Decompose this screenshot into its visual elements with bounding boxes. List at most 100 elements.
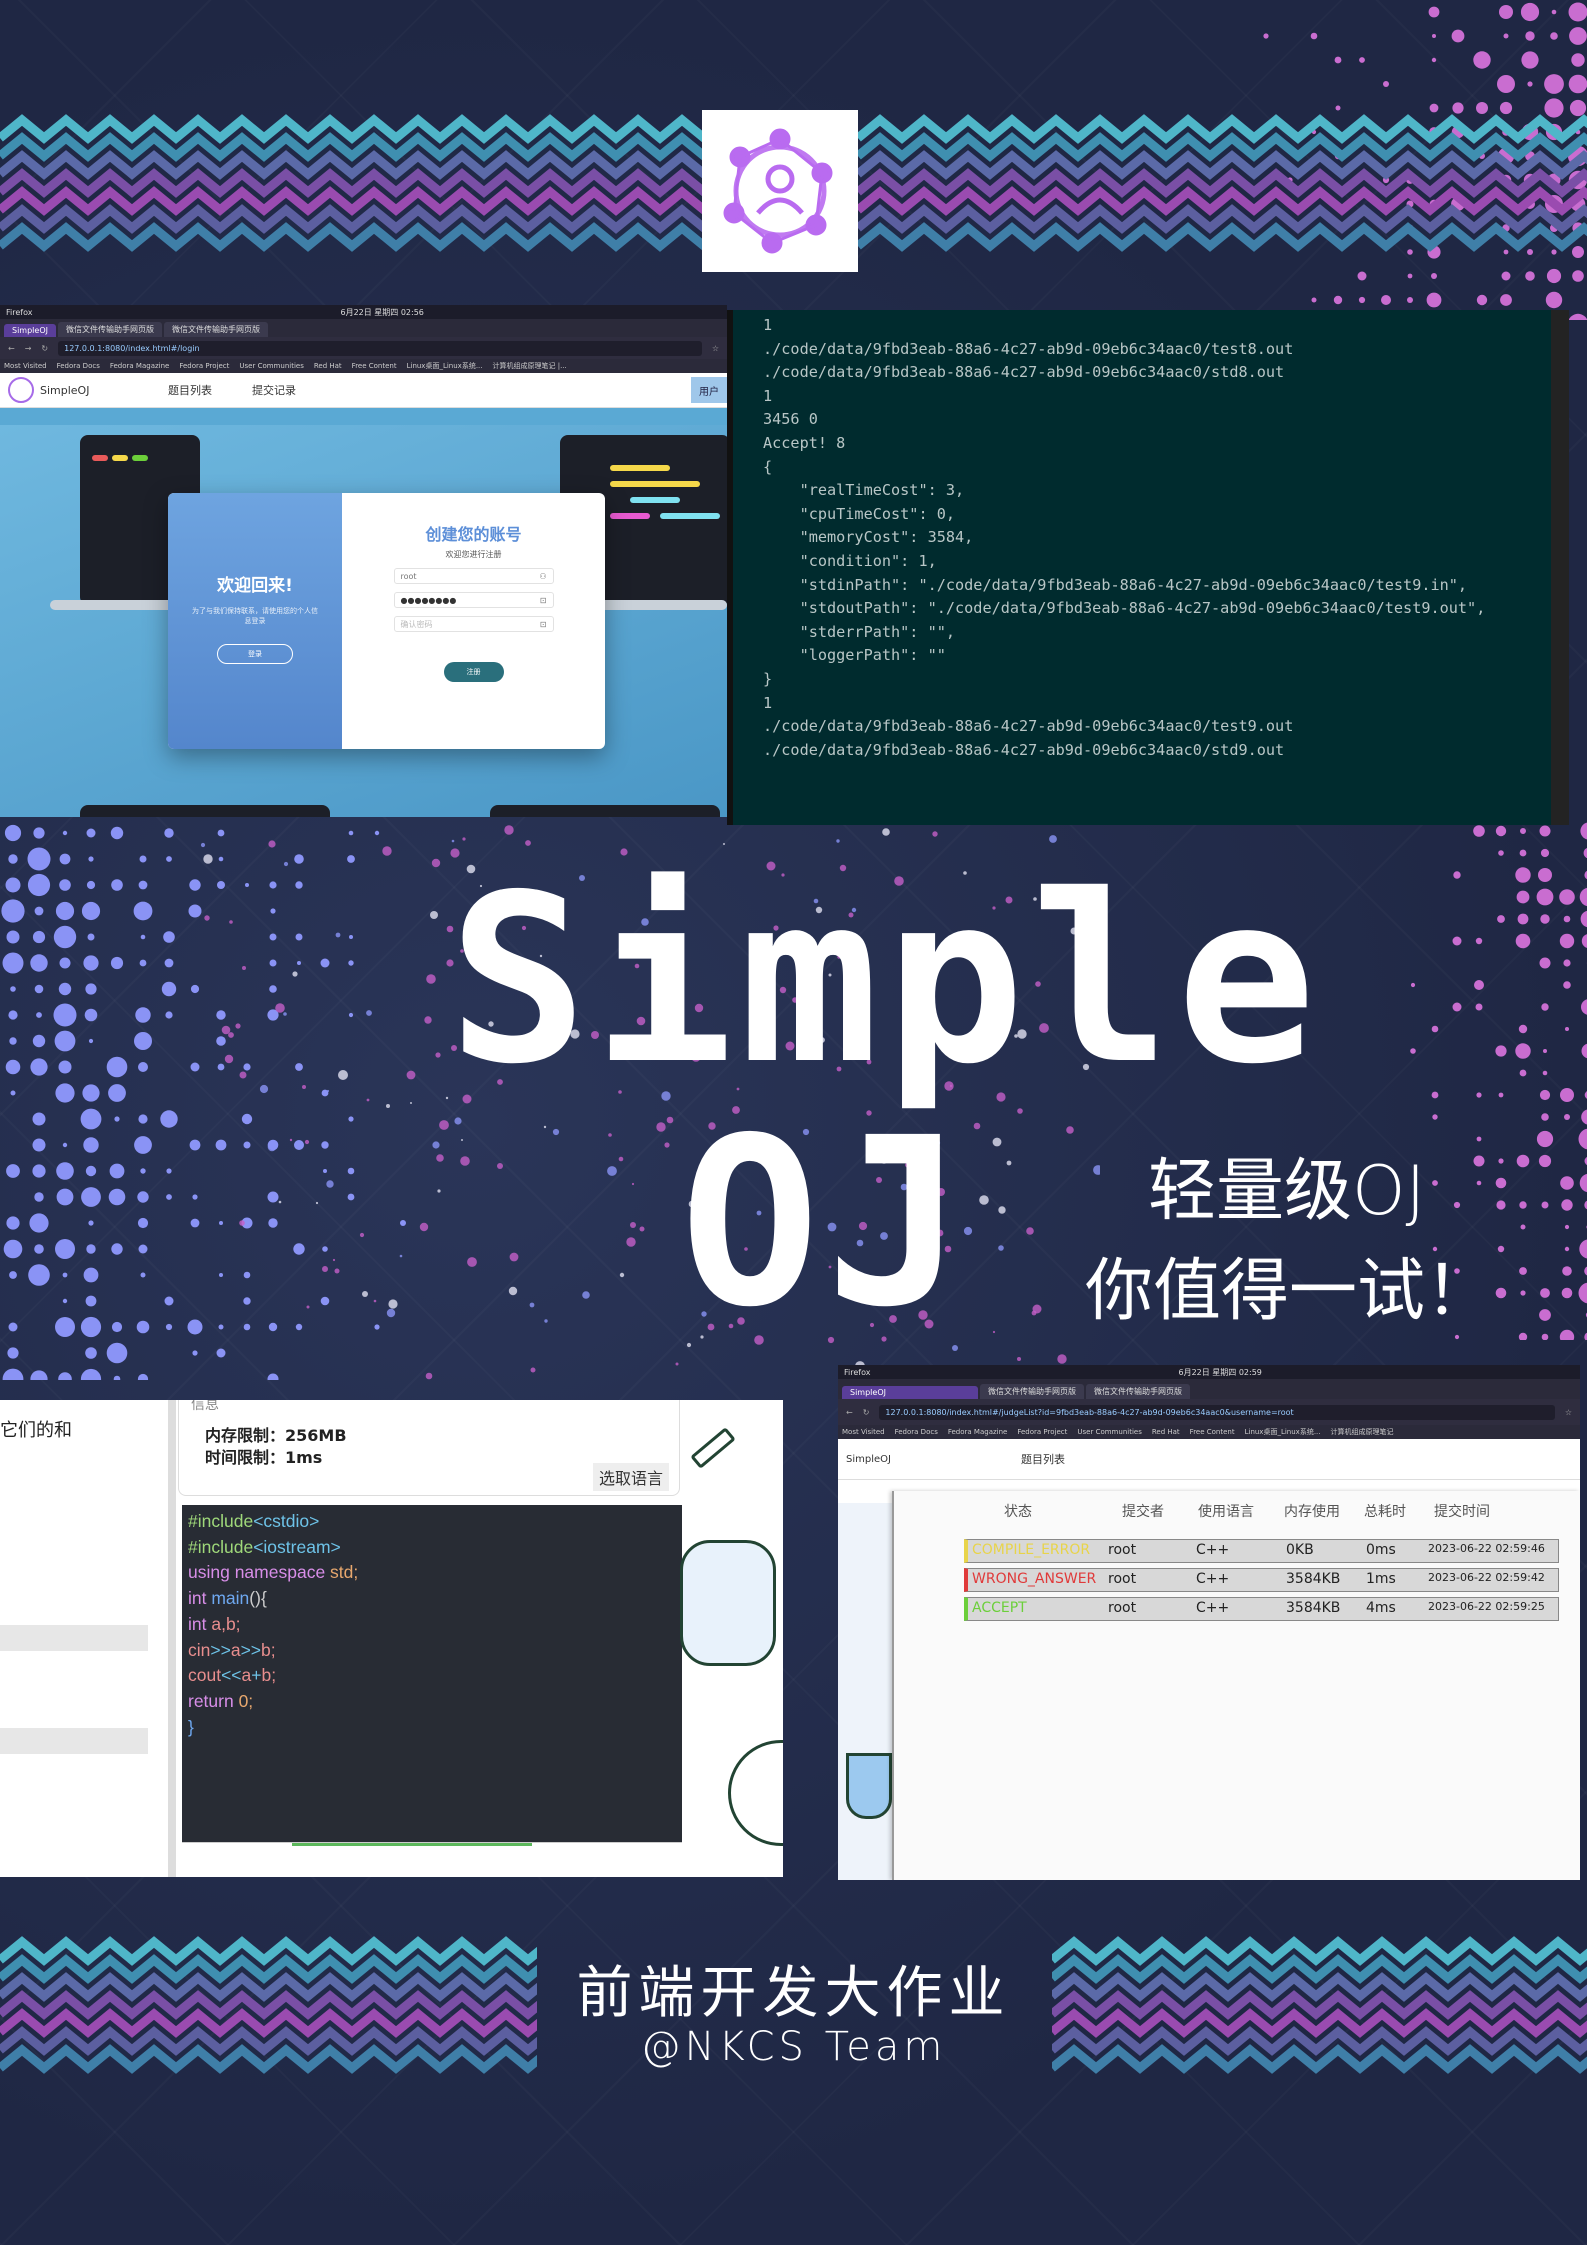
- nav-submissions[interactable]: 提交记录: [252, 382, 296, 398]
- table-row[interactable]: COMPILE_ERROR root C++ 0KB 0ms 2023-06-22 02:…: [964, 1539, 1559, 1563]
- nav-problem-list[interactable]: 题目列表: [1021, 1451, 1065, 1467]
- decor-dot: [30, 1058, 48, 1076]
- url-bar[interactable]: 127.0.0.1:8080/index.html#/judgeList?id=…: [879, 1404, 1555, 1420]
- bookmark-item[interactable]: Most Visited: [4, 362, 47, 370]
- nav-problem-list[interactable]: 题目列表: [168, 382, 212, 398]
- bookmark-item[interactable]: Fedora Magazine: [110, 362, 170, 370]
- bookmark-item[interactable]: 计算机组成原理笔记 |...: [493, 361, 567, 371]
- splatter-dot: [359, 1232, 365, 1238]
- submit-bar[interactable]: [292, 1843, 532, 1846]
- terminal-scrollbar[interactable]: [1551, 310, 1569, 825]
- register-button[interactable]: 注册: [443, 662, 504, 682]
- code-editor[interactable]: #include<cstdio> #include<iostream> using …: [182, 1505, 682, 1842]
- decor-dot: [1568, 313, 1587, 320]
- splatter-dot: [283, 1012, 287, 1016]
- brand-name[interactable]: SimpleOJ: [846, 1454, 891, 1465]
- lock-icon: ⊡: [539, 619, 547, 629]
- forward-icon[interactable]: →: [25, 344, 32, 353]
- browser-tab[interactable]: 微信文件传输助手网页版: [980, 1384, 1084, 1399]
- bookmark-item[interactable]: Linux桌面_Linux系统...: [1245, 1427, 1321, 1437]
- select-language-button[interactable]: 选取语言: [592, 1463, 669, 1491]
- decor-dot: [86, 828, 96, 838]
- decor-dot: [1520, 1224, 1526, 1230]
- browser-tab[interactable]: SimpleOJ: [842, 1386, 978, 1399]
- decor-dot: [1551, 9, 1557, 15]
- table-row[interactable]: ACCEPT root C++ 3584KB 4ms 2023-06-22 02:59:2…: [964, 1597, 1559, 1621]
- os-clock: 6月22日 星期四 02:59: [1178, 1367, 1262, 1377]
- bookmark-item[interactable]: Fedora Project: [179, 362, 229, 370]
- password-value: ●●●●●●●●: [400, 595, 457, 605]
- browser-tab[interactable]: SimpleOJ: [4, 324, 56, 337]
- decor-dot: [114, 1116, 120, 1122]
- bookmark-item[interactable]: Fedora Magazine: [948, 1428, 1008, 1436]
- bookmarks-bar: Most Visited Fedora Docs Fedora Magazine Fe…: [838, 1425, 1580, 1439]
- bookmark-item[interactable]: User Communities: [1077, 1428, 1141, 1436]
- decor-dot: [1496, 1200, 1506, 1210]
- splatter-dot: [278, 1200, 282, 1204]
- bookmark-item[interactable]: Free Content: [352, 362, 397, 370]
- decor-dot: [190, 1218, 200, 1228]
- problem-text-fragment: 它们的和: [0, 1420, 72, 1441]
- url-bar[interactable]: 127.0.0.1:8080/index.html#/login: [58, 340, 702, 356]
- bookmark-item[interactable]: Red Hat: [314, 362, 342, 370]
- footer-team: @NKCS Team: [640, 2024, 947, 2070]
- bookmark-item[interactable]: Linux桌面_Linux系统...: [407, 361, 483, 371]
- decor-dot: [1500, 294, 1512, 306]
- decor-dot: [6, 930, 20, 944]
- back-icon[interactable]: ←: [846, 1408, 853, 1417]
- bookmark-item[interactable]: Fedora Project: [1017, 1428, 1067, 1436]
- user-button[interactable]: 用户: [691, 377, 727, 403]
- browser-tab[interactable]: 微信文件传输助手网页版: [57, 322, 162, 337]
- code-line-decor: [630, 497, 680, 503]
- decor-dot: [62, 1272, 68, 1278]
- reload-icon[interactable]: ↻: [863, 1408, 870, 1417]
- browser-toolbar: ← → ↻ 127.0.0.1:8080/index.html#/login ☆: [0, 337, 727, 359]
- code-line: int main(){: [188, 1586, 676, 1612]
- decor-dot: [1359, 57, 1365, 63]
- decor-dot: [1515, 867, 1531, 883]
- browser-toolbar: ← ↻ 127.0.0.1:8080/index.html#/judgeList…: [838, 1399, 1580, 1425]
- code-token: main: [211, 1588, 250, 1609]
- star-icon[interactable]: ☆: [1565, 1408, 1572, 1417]
- decor-dot: [6, 1216, 20, 1230]
- decor-dot: [190, 984, 200, 994]
- code-line: cin>>a>>b;: [188, 1638, 676, 1664]
- splatter-dot: [335, 932, 341, 938]
- decor-dot: [1498, 850, 1504, 856]
- star-icon[interactable]: ☆: [712, 344, 719, 353]
- decor-dot: [1516, 890, 1530, 904]
- decor-dot: [1452, 1002, 1462, 1012]
- password-field[interactable]: ●●●●●●●● ⊡: [393, 592, 554, 608]
- decor-dot: [109, 1163, 125, 1179]
- bookmark-item[interactable]: 计算机组成原理笔记: [1331, 1427, 1394, 1437]
- decor-dot: [1541, 1201, 1549, 1209]
- brand[interactable]: SimpleOJ: [8, 377, 128, 403]
- bookmark-item[interactable]: Most Visited: [842, 1428, 885, 1436]
- bookmark-item[interactable]: User Communities: [239, 362, 303, 370]
- slogan-line-1: 轻量级OJ: [1148, 1152, 1426, 1231]
- table-row[interactable]: WRONG_ANSWER root C++ 3584KB 1ms 2023-06-22 0…: [964, 1568, 1559, 1592]
- splatter-dot: [432, 1141, 440, 1149]
- cell-time: 1ms: [1366, 1571, 1396, 1587]
- bookmark-item[interactable]: Red Hat: [1152, 1428, 1180, 1436]
- back-icon[interactable]: ←: [8, 344, 15, 353]
- splatter-dot: [203, 854, 213, 864]
- username-field[interactable]: root ⚇: [393, 568, 554, 584]
- confirm-password-field[interactable]: 确认密码 ⊡: [393, 616, 554, 632]
- code-line-decor: [610, 513, 650, 519]
- splatter-dot: [1093, 1165, 1100, 1175]
- bookmark-item[interactable]: Fedora Docs: [895, 1428, 938, 1436]
- splatter-dot: [275, 1003, 285, 1013]
- code-token: #include: [188, 1511, 254, 1531]
- bookmark-item[interactable]: Fedora Docs: [57, 362, 100, 370]
- decor-dot: [140, 1168, 146, 1174]
- bookmark-item[interactable]: Free Content: [1190, 1428, 1235, 1436]
- code-token: a,b;: [211, 1613, 241, 1634]
- reload-icon[interactable]: ↻: [41, 344, 48, 353]
- decor-dot: [1518, 1332, 1528, 1340]
- browser-tab[interactable]: 微信文件传输助手网页版: [1086, 1384, 1190, 1399]
- cell-memory: 0KB: [1286, 1542, 1314, 1558]
- login-switch-button[interactable]: 登录: [217, 644, 293, 664]
- browser-tab[interactable]: 微信文件传输助手网页版: [163, 322, 268, 337]
- decor-dot: [135, 1007, 151, 1023]
